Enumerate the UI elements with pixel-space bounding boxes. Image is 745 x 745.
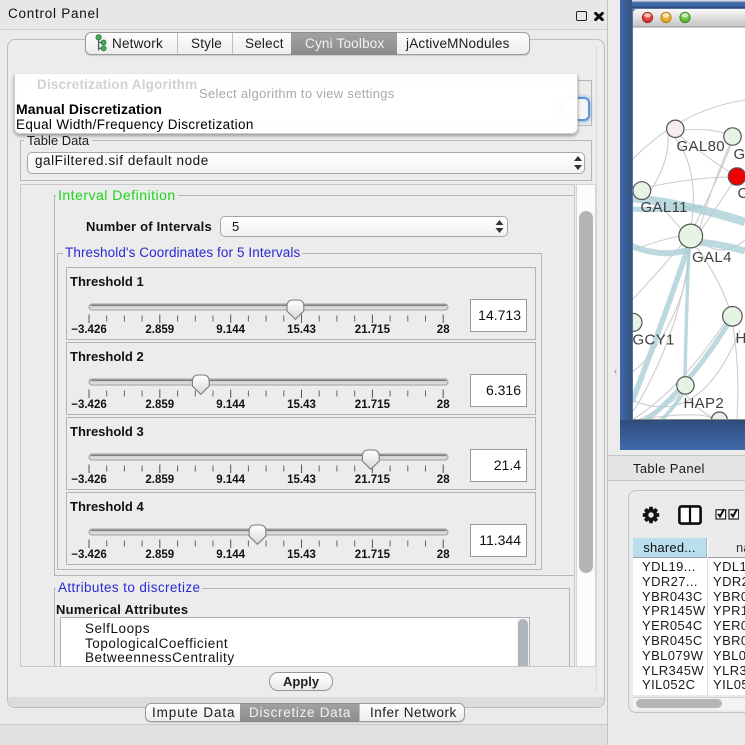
svg-text:GAL80: GAL80 — [677, 138, 725, 155]
svg-text:−3.426: −3.426 — [71, 549, 107, 561]
svg-text:2.859: 2.859 — [145, 474, 174, 486]
svg-text:2.859: 2.859 — [145, 399, 174, 411]
svg-text:GAL4: GAL4 — [692, 249, 732, 266]
svg-text:HAP2: HAP2 — [684, 395, 725, 412]
svg-text:9.144: 9.144 — [216, 399, 245, 411]
svg-text:21.715: 21.715 — [355, 474, 391, 486]
svg-text:15.43: 15.43 — [287, 549, 316, 561]
svg-text:9.144: 9.144 — [216, 549, 245, 561]
svg-text:GA: GA — [734, 146, 745, 163]
svg-text:15.43: 15.43 — [287, 399, 316, 411]
svg-text:15.43: 15.43 — [287, 324, 316, 336]
svg-text:H: H — [736, 330, 745, 347]
svg-text:21.715: 21.715 — [355, 399, 391, 411]
svg-text:28: 28 — [437, 399, 450, 411]
svg-text:−3.426: −3.426 — [71, 474, 107, 486]
svg-text:−3.426: −3.426 — [71, 399, 107, 411]
svg-text:15.43: 15.43 — [287, 474, 316, 486]
svg-text:9.144: 9.144 — [216, 474, 245, 486]
svg-text:2.859: 2.859 — [145, 324, 174, 336]
svg-text:2.859: 2.859 — [145, 549, 174, 561]
svg-text:28: 28 — [437, 324, 450, 336]
svg-text:28: 28 — [437, 474, 450, 486]
svg-text:GCY1: GCY1 — [633, 332, 675, 349]
svg-text:28: 28 — [437, 549, 450, 561]
svg-text:GAL11: GAL11 — [641, 199, 688, 216]
svg-text:21.715: 21.715 — [355, 549, 391, 561]
svg-text:21.715: 21.715 — [355, 324, 391, 336]
svg-text:−3.426: −3.426 — [71, 324, 107, 336]
svg-text:C: C — [738, 185, 745, 202]
svg-text:9.144: 9.144 — [216, 324, 245, 336]
